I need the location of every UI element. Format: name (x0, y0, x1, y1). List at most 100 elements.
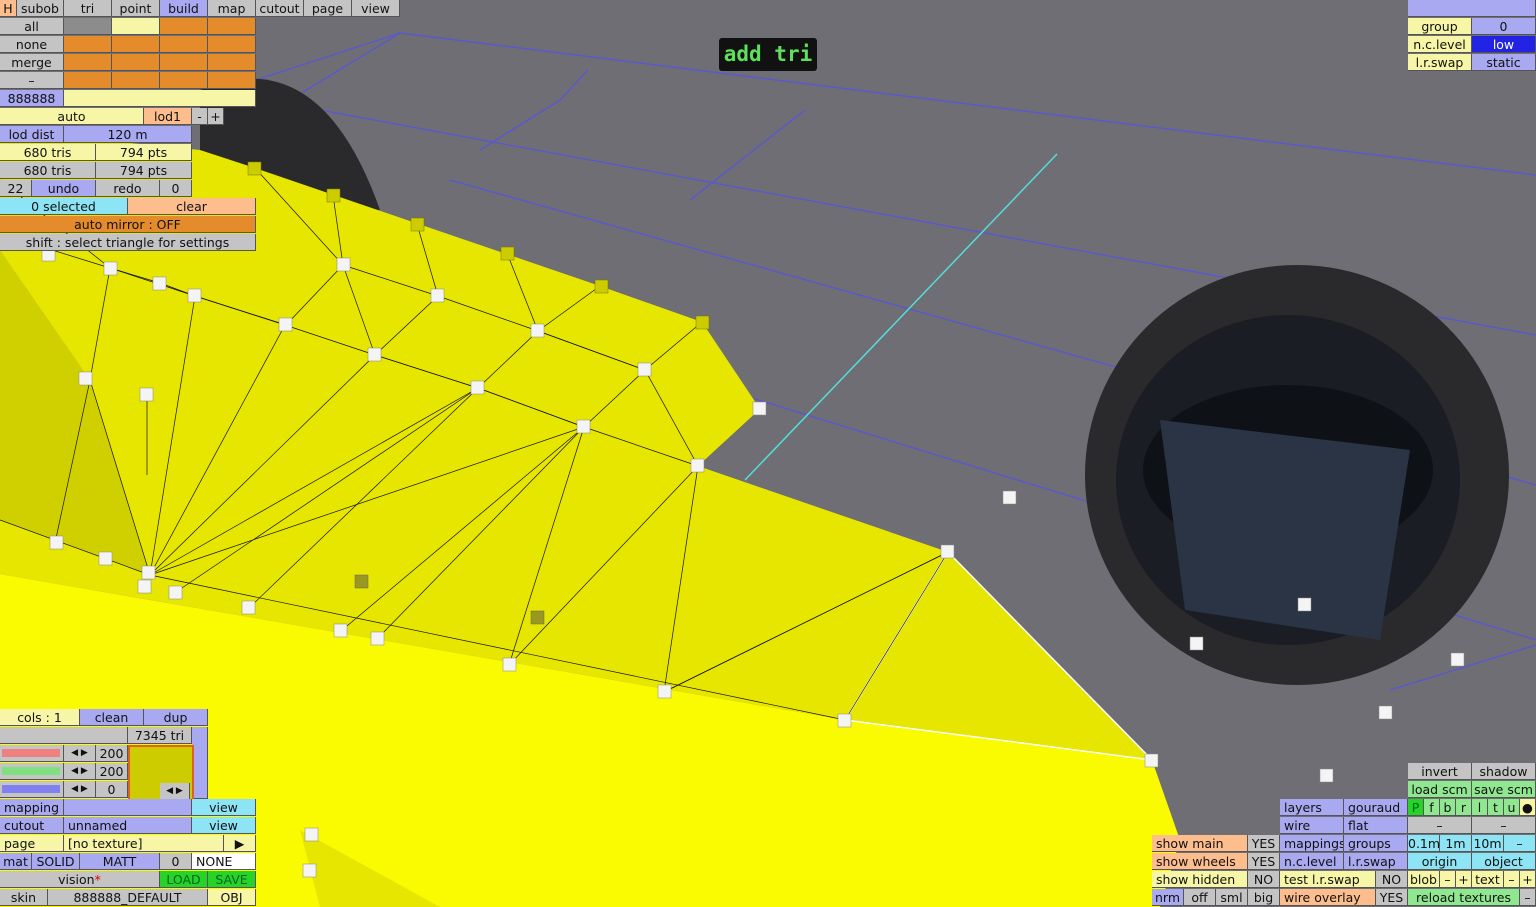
tab-h[interactable]: H (0, 0, 17, 17)
clear-button[interactable]: clear (128, 198, 256, 215)
auto-mirror-toggle[interactable]: auto mirror : OFF (0, 216, 256, 233)
swatch-cell[interactable] (160, 36, 208, 53)
show-main-toggle[interactable]: show main (1152, 835, 1248, 852)
groups-button[interactable]: groups (1344, 835, 1408, 852)
dup-button[interactable]: dup (144, 709, 208, 726)
cutout-name[interactable]: unnamed (64, 817, 192, 834)
test-lr-swap-button[interactable]: test l.r.swap (1280, 871, 1376, 888)
nrm-button[interactable]: nrm (1152, 889, 1184, 906)
swatch-cell[interactable] (208, 72, 256, 89)
mappings-button[interactable]: mappings (1280, 835, 1344, 852)
swatch-cell[interactable] (160, 18, 208, 35)
blue-slider[interactable] (0, 781, 64, 798)
object-button[interactable]: object (1472, 853, 1536, 870)
mat-none[interactable]: NONE (192, 853, 256, 870)
show-wheels-toggle[interactable]: show wheels (1152, 853, 1248, 870)
3d-viewport[interactable] (0, 0, 1536, 907)
gouraud-button[interactable]: gouraud (1344, 799, 1408, 816)
flag-l[interactable]: l (1472, 799, 1488, 816)
layers-button[interactable]: layers (1280, 799, 1344, 816)
test-lr-swap-value[interactable]: NO (1376, 871, 1408, 888)
tab-cutout[interactable]: cutout (256, 0, 304, 17)
blob-minus-button[interactable]: – (1440, 871, 1456, 888)
swatch-cell[interactable] (112, 36, 160, 53)
lr-swap-value[interactable]: static (1472, 54, 1536, 71)
wire-overlay-value[interactable]: YES (1376, 889, 1408, 906)
swatch-cell[interactable] (208, 54, 256, 71)
invert-button[interactable]: invert (1408, 763, 1472, 780)
off-button[interactable]: off (1184, 889, 1216, 906)
swatch-cell[interactable] (160, 54, 208, 71)
red-value[interactable]: 200 (96, 745, 128, 762)
scale-01m-button[interactable]: 0.1m (1408, 835, 1440, 852)
cutout-view-button[interactable]: view (192, 817, 256, 834)
flag-p[interactable]: P (1408, 799, 1424, 816)
swatch-cell[interactable] (112, 72, 160, 89)
load-button[interactable]: LOAD (160, 871, 208, 888)
tab-page[interactable]: page (304, 0, 352, 17)
flag-t[interactable]: t (1488, 799, 1504, 816)
reload-dash-button[interactable]: – (1520, 889, 1536, 906)
mat-solid-button[interactable]: SOLID (32, 853, 80, 870)
swatch-cell[interactable] (208, 36, 256, 53)
slider-arrows[interactable]: ◀ ▶ (64, 763, 96, 780)
lod-dist-value[interactable]: 120 m (64, 126, 192, 143)
show-main-value[interactable]: YES (1248, 835, 1280, 852)
wire-overlay-button[interactable]: wire overlay (1280, 889, 1376, 906)
save-scm-button[interactable]: save scm (1472, 781, 1536, 798)
swatch-cell[interactable] (112, 54, 160, 71)
mat-matt-button[interactable]: MATT (80, 853, 160, 870)
dash-button[interactable]: – (1472, 817, 1536, 834)
lod-plus-button[interactable]: + (208, 108, 224, 125)
lod-auto-button[interactable]: auto (0, 108, 144, 125)
panel-scrollbar[interactable] (192, 727, 208, 799)
flat-button[interactable]: flat (1344, 817, 1408, 834)
shadow-button[interactable]: shadow (1472, 763, 1536, 780)
slider-arrows[interactable]: ◀ ▶ (64, 781, 96, 798)
reload-textures-button[interactable]: reload textures (1408, 889, 1520, 906)
slider-arrows[interactable]: ◀ ▶ (64, 745, 96, 762)
mat-number[interactable]: 0 (160, 853, 192, 870)
select-none-button[interactable]: none (0, 36, 64, 53)
swatch-cell[interactable] (112, 18, 160, 35)
flag-r[interactable]: r (1456, 799, 1472, 816)
select-all-button[interactable]: all (0, 18, 64, 35)
wire-button[interactable]: wire (1280, 817, 1344, 834)
merge-button[interactable]: merge (0, 54, 64, 71)
flag-b[interactable]: b (1440, 799, 1456, 816)
lod-minus-button[interactable]: - (192, 108, 208, 125)
save-button[interactable]: SAVE (208, 871, 256, 888)
flag-f[interactable]: f (1424, 799, 1440, 816)
swatch-cell[interactable] (64, 72, 112, 89)
blue-value[interactable]: 0 (96, 781, 128, 798)
color-bar[interactable] (64, 90, 256, 107)
show-hidden-value[interactable]: NO (1248, 871, 1280, 888)
redo-button[interactable]: redo (96, 180, 160, 197)
undo-button[interactable]: undo (32, 180, 96, 197)
nc-level-value[interactable]: low (1472, 36, 1536, 53)
dash-button[interactable]: – (1408, 817, 1472, 834)
swatch-cell[interactable] (64, 54, 112, 71)
origin-button[interactable]: origin (1408, 853, 1472, 870)
load-scm-button[interactable]: load scm (1408, 781, 1472, 798)
scale-1m-button[interactable]: 1m (1440, 835, 1472, 852)
dash-button[interactable]: – (0, 72, 64, 89)
lr-swap-button[interactable]: l.r.swap (1344, 853, 1408, 870)
text-plus-button[interactable]: + (1520, 871, 1536, 888)
sml-button[interactable]: sml (1216, 889, 1248, 906)
red-slider[interactable] (0, 745, 64, 762)
text-button[interactable]: text (1472, 871, 1504, 888)
lod1-button[interactable]: lod1 (144, 108, 192, 125)
blob-plus-button[interactable]: + (1456, 871, 1472, 888)
green-slider[interactable] (0, 763, 64, 780)
tab-build[interactable]: build (160, 0, 208, 17)
clean-button[interactable]: clean (80, 709, 144, 726)
scale-dash-button[interactable]: – (1504, 835, 1536, 852)
tab-point[interactable]: point (112, 0, 160, 17)
nc-level-button[interactable]: n.c.level (1280, 853, 1344, 870)
group-value[interactable]: 0 (1472, 18, 1536, 35)
text-minus-button[interactable]: – (1504, 871, 1520, 888)
tab-view[interactable]: view (352, 0, 400, 17)
swatch-cell[interactable] (64, 36, 112, 53)
skin-value[interactable]: 888888_DEFAULT (48, 889, 208, 906)
